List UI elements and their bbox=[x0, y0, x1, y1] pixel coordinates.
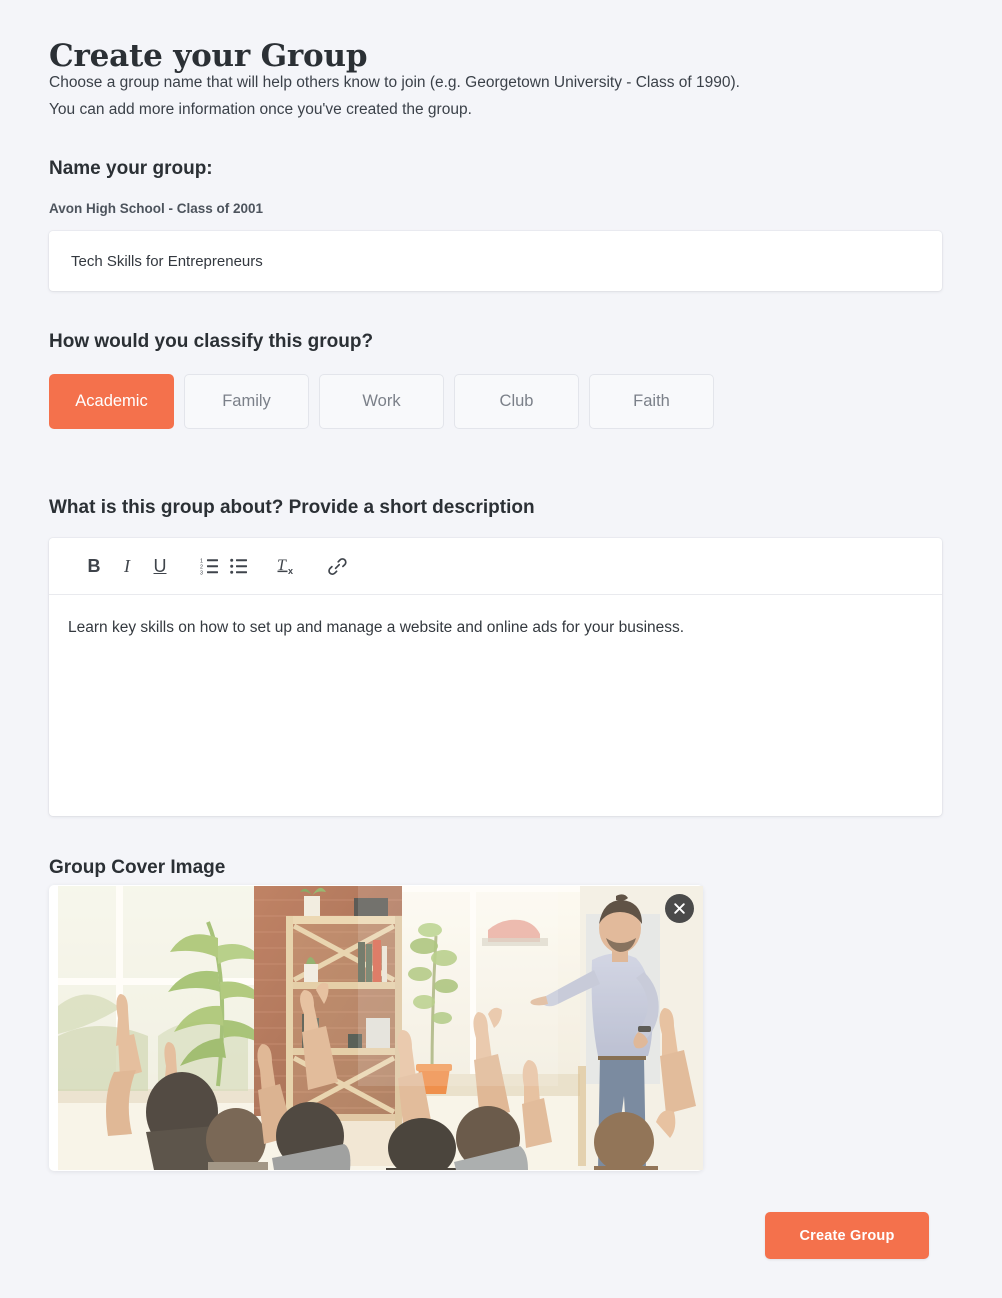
create-group-button[interactable]: Create Group bbox=[765, 1212, 929, 1259]
name-section-hint: Avon High School - Class of 2001 bbox=[49, 201, 264, 216]
link-icon[interactable] bbox=[322, 551, 352, 581]
bold-icon[interactable]: B bbox=[79, 551, 109, 581]
unordered-list-icon[interactable] bbox=[224, 551, 254, 581]
create-group-page: Create your Group Choose a group name th… bbox=[0, 0, 1002, 1298]
underline-icon[interactable]: U bbox=[145, 551, 175, 581]
page-subtitle: Choose a group name that will help other… bbox=[49, 70, 740, 123]
cover-section-label: Group Cover Image bbox=[49, 857, 226, 878]
description-text[interactable]: Learn key skills on how to set up and ma… bbox=[49, 595, 942, 639]
name-section-label: Name your group: bbox=[49, 158, 213, 179]
description-editor: B I U 1 2 3 T x Learn key skills on how … bbox=[49, 538, 942, 816]
cover-image[interactable] bbox=[58, 886, 703, 1170]
subtitle-line-1: Choose a group name that will help other… bbox=[49, 74, 740, 91]
svg-text:3: 3 bbox=[200, 570, 203, 575]
ordered-list-icon[interactable]: 1 2 3 bbox=[194, 551, 224, 581]
classify-options: Academic Family Work Club Faith bbox=[49, 374, 714, 429]
about-section-label: What is this group about? Provide a shor… bbox=[49, 497, 535, 518]
classify-option-faith[interactable]: Faith bbox=[589, 374, 714, 429]
svg-text:x: x bbox=[288, 566, 293, 576]
close-icon bbox=[674, 903, 685, 914]
editor-toolbar: B I U 1 2 3 T x bbox=[49, 538, 942, 595]
page-title: Create your Group bbox=[49, 37, 368, 74]
group-name-input[interactable] bbox=[49, 231, 942, 291]
classify-option-club[interactable]: Club bbox=[454, 374, 579, 429]
classify-option-work[interactable]: Work bbox=[319, 374, 444, 429]
remove-cover-image-button[interactable] bbox=[665, 894, 694, 923]
classify-section-label: How would you classify this group? bbox=[49, 331, 374, 352]
classify-option-academic[interactable]: Academic bbox=[49, 374, 174, 429]
italic-icon[interactable]: I bbox=[112, 551, 142, 581]
classify-option-family[interactable]: Family bbox=[184, 374, 309, 429]
subtitle-line-2: You can add more information once you've… bbox=[49, 100, 472, 118]
clear-formatting-icon[interactable]: T x bbox=[273, 551, 303, 581]
